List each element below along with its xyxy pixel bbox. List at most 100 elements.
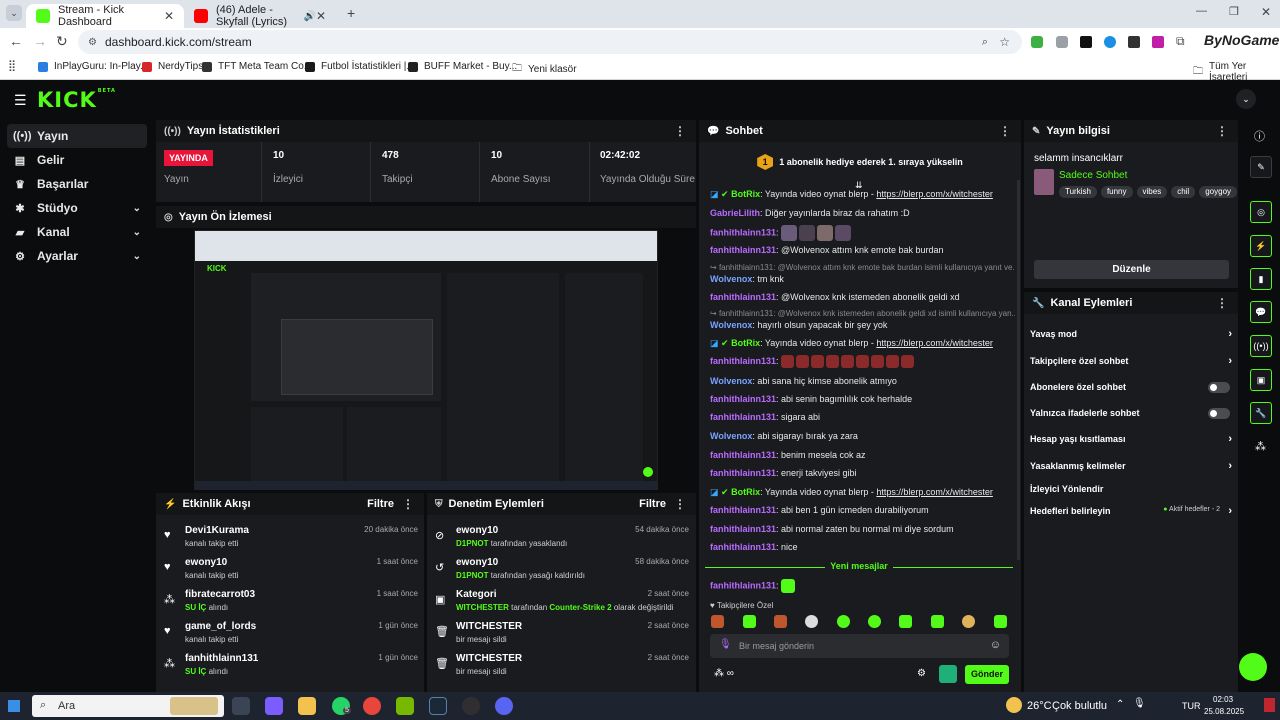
points-icon[interactable]: ⁂ ∞ — [714, 668, 734, 679]
chat-username[interactable]: fanhithlainn131 — [710, 524, 776, 534]
chat-reply-preview[interactable]: ↪ fanhithlainn131: @Wolvenox knk istemed… — [710, 309, 1015, 318]
rail-edit-button[interactable]: ✎ — [1250, 156, 1272, 178]
task-view-icon[interactable] — [232, 697, 250, 715]
event-user[interactable]: WITCHESTER — [456, 621, 522, 632]
copilot-icon[interactable] — [265, 697, 283, 715]
more-options-icon[interactable]: ⋮ — [1216, 296, 1228, 310]
kick-logo[interactable]: KICKBETA — [37, 88, 116, 112]
event-user[interactable]: game_of_lords — [185, 621, 256, 632]
tag[interactable]: funny — [1100, 186, 1133, 198]
mic-tray-icon[interactable]: 🎙 — [1133, 698, 1146, 709]
close-tab-icon[interactable]: ✕ — [316, 9, 326, 23]
event-user[interactable]: ewony10 — [456, 557, 498, 568]
filter-button[interactable]: Filtre — [639, 498, 666, 510]
category-name[interactable]: Sadece Sohbet — [1059, 170, 1127, 181]
emote-icon[interactable] — [743, 615, 756, 628]
rail-info-button[interactable]: ▣ — [1250, 369, 1272, 391]
close-tab-icon[interactable]: ✕ — [164, 9, 174, 23]
tag[interactable]: vibes — [1136, 186, 1168, 198]
emote-icon[interactable] — [899, 615, 912, 628]
sidebar-item-studyo[interactable]: ✱ Stüdyo ⌄ — [7, 196, 147, 220]
tag[interactable]: chil — [1171, 186, 1196, 198]
zoom-icon[interactable]: ⌕ — [982, 36, 988, 49]
floating-green-button[interactable] — [1239, 653, 1267, 681]
tab-kick-dashboard[interactable]: Stream - Kick Dashboard ✕ — [26, 4, 184, 28]
emote-icon[interactable] — [868, 615, 881, 628]
bookmark-star-icon[interactable]: ☆ — [999, 35, 1010, 49]
chat-username[interactable]: Wolvenox — [710, 274, 752, 284]
emote-icon[interactable] — [931, 615, 944, 628]
rail-points-icon[interactable]: ⁂ — [1255, 440, 1266, 453]
chat-username[interactable]: Wolvenox — [710, 376, 752, 386]
chevron-down-icon[interactable]: ⌄ — [133, 203, 141, 214]
chat-input[interactable]: 🎙 Bir mesaj gönderin ☺ — [710, 634, 1009, 658]
more-options-icon[interactable]: ⋮ — [674, 497, 686, 511]
action-banned-words[interactable]: Yasaklanmış kelimeler › — [1030, 460, 1232, 472]
sidebar-item-kanal[interactable]: ▰ Kanal ⌄ — [7, 220, 147, 244]
reload-icon[interactable]: ↻ — [56, 33, 68, 50]
chat-scrollbar[interactable] — [1017, 180, 1020, 560]
minimize-icon[interactable]: — — [1196, 5, 1207, 17]
subscribers-only-toggle[interactable] — [1208, 382, 1230, 393]
chat-username[interactable]: fanhithlainn131 — [710, 245, 776, 255]
rail-moderation-button[interactable]: ▮ — [1250, 268, 1272, 290]
chat-reply-preview[interactable]: ↪ fanhithlainn131: @Wolvenox attım knk e… — [710, 263, 1015, 272]
chat-username[interactable]: fanhithlainn131 — [710, 356, 776, 366]
new-messages-divider[interactable]: Yeni mesajlar — [705, 561, 1013, 573]
chat-username[interactable]: Wolvenox — [710, 320, 752, 330]
bookmark-inplayguru[interactable]: InPlayGuru: In-Play... — [38, 61, 148, 72]
steam-icon[interactable] — [429, 697, 447, 715]
tab-youtube[interactable]: (46) Adele - Skyfall (Lyrics) 🔊 ✕ — [184, 4, 336, 28]
extensions-puzzle-icon[interactable]: ⧉ — [1176, 34, 1185, 49]
discord-icon[interactable] — [495, 697, 513, 715]
edit-button[interactable]: Düzenle — [1034, 260, 1229, 279]
tag[interactable]: goygoy — [1199, 186, 1238, 198]
bookmark-tft[interactable]: TFT Meta Team Co... — [202, 61, 312, 72]
apps-grid-icon[interactable]: ⣿ — [8, 59, 16, 72]
event-user[interactable]: ewony10 — [185, 557, 227, 568]
extension-slash-icon[interactable] — [1128, 36, 1140, 48]
event-actor[interactable]: WITCHESTER — [456, 603, 509, 612]
chat-username[interactable]: BotRix — [731, 487, 760, 497]
extension-sh-icon[interactable] — [1080, 36, 1092, 48]
rail-activity-button[interactable]: ⚡ — [1250, 235, 1272, 257]
start-button[interactable] — [8, 700, 20, 712]
chevron-down-icon[interactable]: ⌄ — [133, 251, 141, 262]
audio-icon[interactable]: 🔊 — [303, 11, 315, 22]
gift-banner[interactable]: 1 1 abonelik hediye ederek 1. sıraya yük… — [699, 142, 1021, 182]
close-window-icon[interactable]: ✕ — [1261, 5, 1271, 19]
event-user[interactable]: WITCHESTER — [456, 653, 522, 664]
chat-username[interactable]: BotRix — [731, 338, 760, 348]
chat-username[interactable]: fanhithlainn131 — [710, 468, 776, 478]
omnibox[interactable]: ⚙ dashboard.kick.com/stream ⌕ ☆ — [78, 30, 1022, 54]
chat-username[interactable]: fanhithlainn131 — [710, 542, 776, 552]
chat-username[interactable]: fanhithlainn131 — [710, 394, 776, 404]
emote-icon[interactable] — [837, 615, 850, 628]
event-user[interactable]: fanhithlainn131 — [185, 653, 258, 664]
bot-command-icon[interactable] — [939, 665, 957, 683]
emote-icon[interactable] — [962, 615, 975, 628]
chat-username[interactable]: fanhithlainn131 — [710, 580, 776, 590]
obs-icon[interactable] — [462, 697, 480, 715]
bookmark-futbol[interactable]: Futbol İstatistikleri |... — [305, 61, 415, 72]
sidebar-item-basarilar[interactable]: ♛ Başarılar — [7, 172, 147, 196]
user-menu-icon[interactable]: ⌄ — [1236, 89, 1256, 109]
extension-adguard-icon[interactable] — [1031, 36, 1043, 48]
event-user[interactable]: ewony10 — [456, 525, 498, 536]
site-info-icon[interactable]: ⚙ — [88, 37, 97, 48]
restore-icon[interactable]: ❐ — [1229, 5, 1239, 18]
send-button[interactable]: Gönder — [965, 665, 1009, 684]
bookmark-nerdytips[interactable]: NerdyTips — [142, 61, 203, 72]
chevron-down-icon[interactable]: ⌄ — [133, 227, 141, 238]
mic-icon[interactable]: 🎙 — [719, 639, 732, 650]
more-options-icon[interactable]: ⋮ — [999, 124, 1011, 138]
chat-link[interactable]: https://blerp.com/x/witchester — [876, 338, 993, 348]
sidebar-item-gelir[interactable]: ▤ Gelir — [7, 148, 147, 172]
tab-search-icon[interactable]: ⌄ — [6, 5, 22, 21]
extension-blue-icon[interactable] — [1104, 36, 1116, 48]
chat-username[interactable]: fanhithlainn131 — [710, 412, 776, 422]
whatsapp-icon[interactable]: 5 — [332, 697, 351, 715]
action-followers-only[interactable]: Takipçilere özel sohbet › — [1030, 355, 1232, 367]
stream-preview-video[interactable]: KICK — [194, 230, 658, 490]
weather-temp[interactable]: 26°C — [1027, 700, 1052, 712]
